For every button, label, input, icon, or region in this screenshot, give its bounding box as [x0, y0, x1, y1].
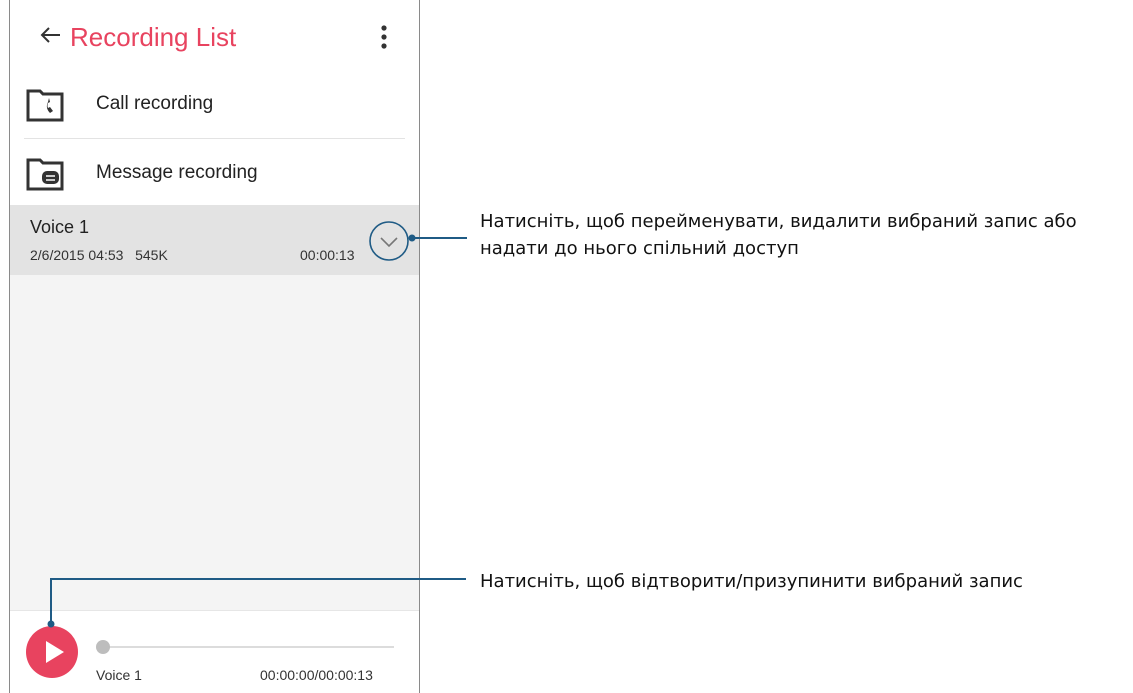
app-bar: Recording List — [10, 0, 419, 72]
recording-date: 2/6/2015 04:53 — [30, 247, 124, 263]
recording-name: Voice 1 — [30, 217, 90, 237]
folder-message-recording[interactable]: Message recording — [10, 139, 419, 207]
more-options-icon[interactable] — [374, 22, 394, 52]
back-arrow-icon[interactable] — [38, 22, 64, 48]
play-button[interactable] — [26, 626, 78, 678]
folder-label: Call recording — [96, 93, 214, 114]
phone-screen: Recording List Call recording Message re… — [9, 0, 420, 693]
recording-duration: 00:00:13 — [300, 247, 355, 263]
progress-track[interactable] — [98, 646, 394, 648]
progress-thumb[interactable] — [96, 640, 110, 654]
callout-play: Натисніть, щоб відтворити/призупинити ви… — [480, 571, 1023, 592]
player-bar: Voice 1 00:00:00/00:00:13 — [10, 610, 419, 693]
recording-meta: 2/6/2015 04:53 545K — [30, 247, 168, 263]
page-title: Recording List — [70, 22, 237, 52]
call-folder-icon — [26, 86, 64, 122]
folder-call-recording[interactable]: Call recording — [10, 70, 419, 138]
recording-list: Voice 1 2/6/2015 04:53 545K 00:00:13 — [10, 205, 419, 610]
message-folder-icon — [26, 155, 64, 191]
folder-label: Message recording — [96, 162, 258, 183]
recording-size: 545K — [135, 247, 168, 263]
chevron-down-icon[interactable] — [368, 220, 410, 262]
list-item[interactable]: Voice 1 2/6/2015 04:53 545K 00:00:13 — [10, 205, 419, 275]
now-playing-name: Voice 1 — [96, 667, 142, 683]
playback-time: 00:00:00/00:00:13 — [260, 667, 373, 683]
callout-expand: Натисніть, щоб перейменувати, видалити в… — [480, 211, 1077, 259]
play-icon — [46, 641, 64, 663]
